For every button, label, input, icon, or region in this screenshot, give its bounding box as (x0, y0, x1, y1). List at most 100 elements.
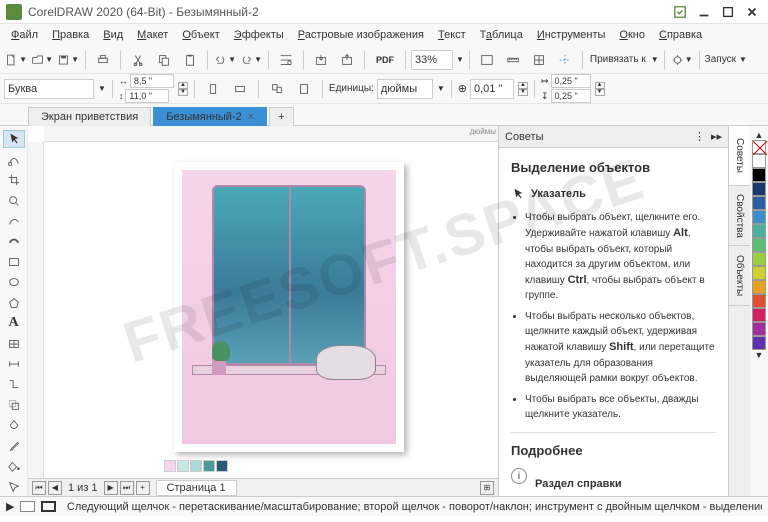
color-swatch[interactable] (752, 280, 766, 294)
grid-button[interactable] (527, 49, 551, 71)
copy-button[interactable] (152, 49, 176, 71)
canvas[interactable] (44, 142, 498, 496)
page[interactable] (174, 162, 404, 452)
page-prev[interactable]: ◀ (48, 481, 62, 495)
tab-close-icon[interactable]: × (248, 111, 254, 123)
tool-table[interactable] (3, 334, 25, 352)
dup-x-input[interactable] (551, 74, 591, 88)
print-button[interactable] (91, 49, 115, 71)
docker-collapse-icon[interactable]: ▸▸ (711, 130, 722, 143)
undo-button[interactable]: ▼ (213, 49, 237, 71)
palette-down[interactable]: ▼ (755, 350, 764, 360)
page-add[interactable]: + (136, 481, 150, 495)
export-button[interactable] (335, 49, 359, 71)
tool-outline[interactable] (3, 477, 25, 495)
no-color-swatch[interactable] (752, 140, 766, 154)
tab-add[interactable]: + (269, 107, 293, 126)
tool-shape[interactable] (3, 150, 25, 168)
page-tab[interactable]: Страница 1 (156, 480, 237, 496)
tool-crop[interactable] (3, 171, 25, 189)
color-swatch[interactable] (752, 336, 766, 350)
docker-tab[interactable]: Советы (729, 126, 750, 186)
color-swatch[interactable] (752, 238, 766, 252)
font-combo[interactable] (4, 79, 94, 99)
all-pages-button[interactable] (265, 78, 289, 100)
menu-window[interactable]: Окно (612, 27, 652, 43)
docker-tab[interactable]: Свойства (729, 186, 750, 246)
menu-layout[interactable]: Макет (130, 27, 175, 43)
tool-transparency[interactable] (3, 416, 25, 434)
tool-ellipse[interactable] (3, 273, 25, 291)
doc-swatch[interactable] (164, 460, 176, 472)
tool-fill[interactable] (3, 457, 25, 475)
page-first[interactable]: ⏮ (32, 481, 46, 495)
color-swatch[interactable] (752, 210, 766, 224)
minimize-button[interactable] (694, 4, 714, 20)
color-swatch[interactable] (752, 252, 766, 266)
current-page-button[interactable] (292, 78, 316, 100)
tool-text[interactable]: A (3, 314, 25, 332)
tool-freehand[interactable] (3, 212, 25, 230)
color-swatch[interactable] (752, 154, 766, 168)
menu-effects[interactable]: Эффекты (227, 27, 291, 43)
menu-file[interactable]: Файл (4, 27, 45, 43)
doc-swatch[interactable] (190, 460, 202, 472)
color-swatch[interactable] (752, 182, 766, 196)
color-swatch[interactable] (752, 266, 766, 280)
zoom-dropdown[interactable]: ▼ (456, 55, 464, 64)
options-button[interactable]: ▼ (670, 49, 694, 71)
menu-tools[interactable]: Инструменты (530, 27, 613, 43)
new-button[interactable]: ▼ (4, 49, 28, 71)
menu-view[interactable]: Вид (96, 27, 130, 43)
paste-button[interactable] (178, 49, 202, 71)
search-button[interactable] (274, 49, 298, 71)
publish-pdf-button[interactable]: PDF (370, 49, 400, 71)
doc-swatch[interactable] (216, 460, 228, 472)
page-width-input[interactable] (130, 74, 174, 88)
landscape-button[interactable] (228, 78, 252, 100)
ruler-horizontal[interactable]: дюймы (44, 126, 498, 142)
tool-pick[interactable] (3, 130, 25, 148)
launch-label[interactable]: Запуск (705, 54, 736, 65)
open-button[interactable]: ▼ (30, 49, 54, 71)
save-button[interactable]: ▼ (56, 49, 80, 71)
launcher-icon[interactable] (670, 4, 690, 20)
nudge-input[interactable] (470, 79, 514, 99)
color-swatch[interactable] (752, 294, 766, 308)
color-swatch[interactable] (752, 196, 766, 210)
close-button[interactable] (742, 4, 762, 20)
guides-button[interactable] (553, 49, 577, 71)
tool-effects[interactable] (3, 396, 25, 414)
maximize-button[interactable] (718, 4, 738, 20)
menu-object[interactable]: Объект (175, 27, 226, 43)
menu-table[interactable]: Таблица (473, 27, 530, 43)
units-combo[interactable] (377, 79, 433, 99)
redo-button[interactable]: ▼ (239, 49, 263, 71)
docker-menu-icon[interactable]: ⋮ (694, 130, 705, 143)
tool-zoom[interactable] (3, 191, 25, 209)
page-last[interactable]: ⏭ (120, 481, 134, 495)
dup-y-input[interactable] (551, 89, 591, 103)
doc-swatch[interactable] (177, 460, 189, 472)
stroke-indicator[interactable] (41, 501, 56, 512)
snap-dropdown[interactable]: ▼ (651, 55, 659, 64)
color-swatch[interactable] (752, 224, 766, 238)
docker-tab[interactable]: Объекты (729, 246, 750, 306)
tool-dimension[interactable] (3, 355, 25, 373)
tool-eyedropper[interactable] (3, 437, 25, 455)
tab-document[interactable]: Безымянный-2× (153, 107, 267, 126)
tool-artistic[interactable] (3, 232, 25, 250)
rulers-button[interactable] (501, 49, 525, 71)
color-swatch[interactable] (752, 322, 766, 336)
tool-polygon[interactable] (3, 294, 25, 312)
page-next[interactable]: ▶ (104, 481, 118, 495)
color-swatch[interactable] (752, 168, 766, 182)
page-height-input[interactable] (125, 89, 169, 103)
ruler-vertical[interactable] (28, 142, 44, 496)
nav-handle[interactable]: ⊞ (480, 481, 494, 495)
tab-welcome[interactable]: Экран приветствия (28, 107, 151, 126)
menu-edit[interactable]: Правка (45, 27, 96, 43)
tool-connector[interactable] (3, 375, 25, 393)
zoom-input[interactable] (411, 50, 453, 70)
doc-swatch[interactable] (203, 460, 215, 472)
